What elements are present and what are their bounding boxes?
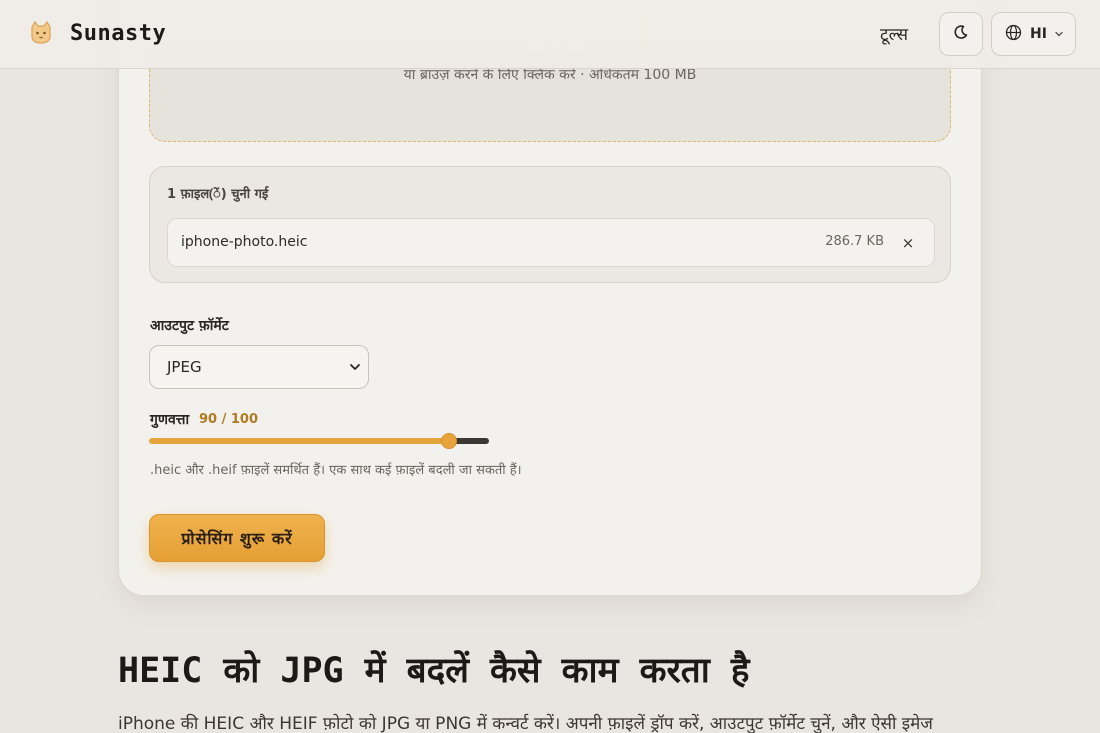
output-format-value: JPEG [167,358,202,376]
brand-name: Sunasty [70,20,167,46]
section-intro: iPhone की HEIC और HEIF फ़ोटो को JPG या P… [118,714,933,733]
slider-thumb[interactable] [441,433,457,449]
chevron-down-icon [1053,25,1065,44]
nav-tools-link[interactable]: टूल्स [880,22,908,45]
cat-logo-icon [26,18,56,48]
section-heading: HEIC को JPG में बदलें कैसे काम करता है [118,651,750,691]
output-format-select[interactable]: JPEG [149,345,369,389]
language-selector[interactable]: HI [991,12,1076,56]
supported-formats-hint: .heic और .heif फ़ाइलें समर्थित हैं। एक स… [150,463,522,478]
file-list-item: iphone-photo.heic 286.7 KB × [167,218,935,267]
file-name: iphone-photo.heic [181,234,308,250]
top-header: Sunasty टूल्स HI [0,0,1100,69]
chevron-down-icon [348,358,362,380]
globe-icon [1005,24,1022,45]
quality-value: 90 / 100 [199,412,259,427]
slider-fill [149,438,449,444]
files-count-label: 1 फ़ाइल(ें) चुनी गई [167,187,269,202]
brand-link[interactable]: Sunasty [26,18,166,48]
output-format-label: आउटपुट फ़ॉर्मेट [150,318,229,334]
start-processing-button[interactable]: प्रोसेसिंग शुरू करें [149,514,325,562]
selected-files-panel: 1 फ़ाइल(ें) चुनी गई iphone-photo.heic 28… [149,166,951,283]
quality-label: गुणवत्ता [150,412,190,428]
remove-file-button[interactable]: × [898,231,918,255]
quality-slider[interactable] [149,432,489,450]
theme-toggle-button[interactable] [939,12,983,56]
language-label: HI [1030,26,1047,42]
moon-icon [953,24,969,44]
file-size: 286.7 KB [825,234,884,249]
